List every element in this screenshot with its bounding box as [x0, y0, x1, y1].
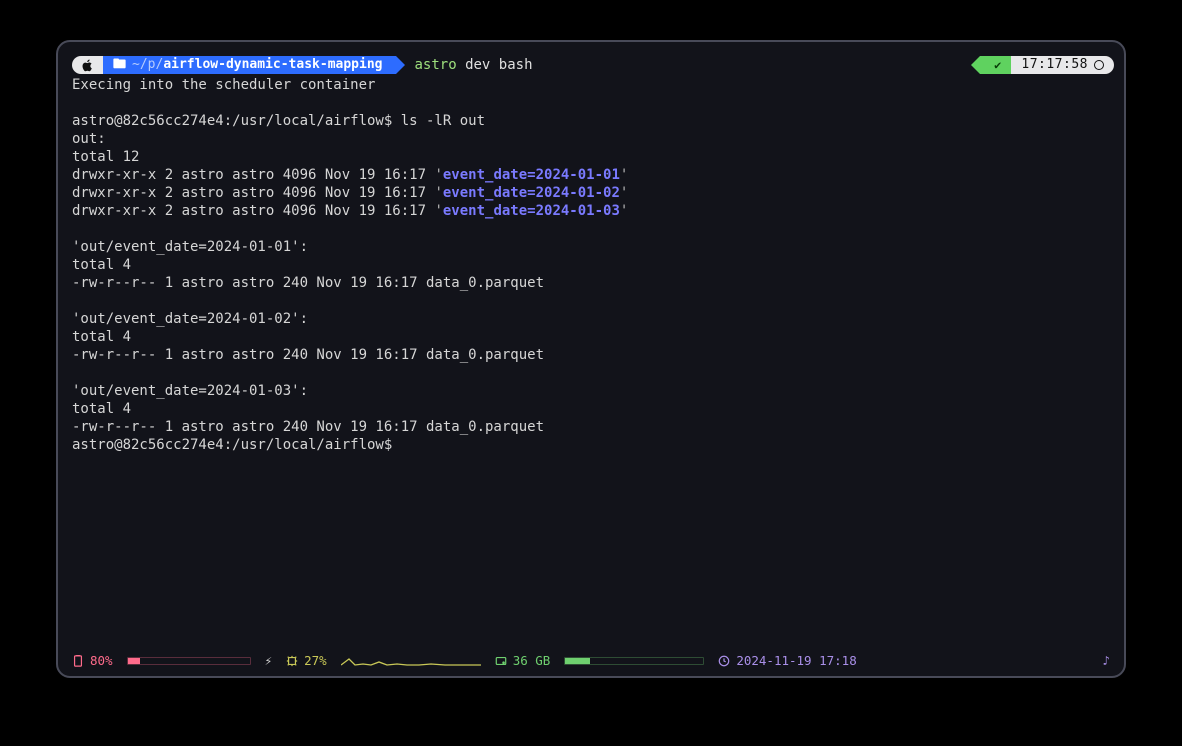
out-g1-t: total 4 — [72, 329, 131, 345]
out-prompt2: astro@82c56cc274e4:/usr/local/airflow$ — [72, 437, 392, 453]
terminal-window: 🖿 ~/p/airflow-dynamic-task-mapping astro… — [56, 40, 1126, 678]
out-ls-0: drwxr-xr-x 2 astro astro 4096 Nov 19 16:… — [72, 167, 628, 183]
out-prompt1: astro@82c56cc274e4:/usr/local/airflow$ l… — [72, 113, 485, 129]
out-g0-f: -rw-r--r-- 1 astro astro 240 Nov 19 16:1… — [72, 275, 544, 291]
out-g2-f: -rw-r--r-- 1 astro astro 240 Nov 19 16:1… — [72, 419, 544, 435]
path-main: airflow-dynamic-task-mapping — [163, 56, 382, 74]
battery-icon — [72, 655, 84, 667]
path-segment: 🖿 ~/p/airflow-dynamic-task-mapping — [103, 56, 396, 74]
disk-stat: 36 GB — [495, 652, 551, 670]
out-g0-h: 'out/event_date=2024-01-01': — [72, 239, 308, 255]
out-g1-f: -rw-r--r-- 1 astro astro 240 Nov 19 16:1… — [72, 347, 544, 363]
command-rest: dev bash — [457, 57, 533, 73]
out-header: out: — [72, 131, 106, 147]
status-ok-badge: ✔ — [980, 56, 1011, 74]
terminal-output[interactable]: Execing into the scheduler container ast… — [58, 76, 1124, 646]
clock-icon — [1094, 60, 1104, 70]
folder-icon: 🖿 — [113, 56, 126, 74]
out-g1-h: 'out/event_date=2024-01-02': — [72, 311, 308, 327]
out-g0-t: total 4 — [72, 257, 131, 273]
chip-icon — [286, 655, 298, 667]
out-ls-2: drwxr-xr-x 2 astro astro 4096 Nov 19 16:… — [72, 203, 628, 219]
battery-stat: 80% — [72, 652, 113, 670]
cpu-stat: 27% — [286, 652, 327, 670]
command-astro: astro — [414, 57, 456, 73]
out-g2-t: total 4 — [72, 401, 131, 417]
bolt-icon: ⚡ — [265, 652, 273, 670]
cpu-pct: 27% — [304, 652, 327, 670]
out-ls-1: drwxr-xr-x 2 astro astro 4096 Nov 19 16:… — [72, 185, 628, 201]
music-icon: ♪ — [1102, 652, 1110, 670]
cpu-sparkline — [341, 654, 481, 668]
clock-icon — [718, 655, 730, 667]
prompt-line: 🖿 ~/p/airflow-dynamic-task-mapping astro… — [58, 54, 1124, 76]
disk-text: 36 GB — [513, 652, 551, 670]
out-exec: Execing into the scheduler container — [72, 77, 375, 93]
apple-icon — [72, 56, 103, 74]
datetime-text: 2024-11-19 17:18 — [736, 652, 856, 670]
battery-bar — [127, 657, 251, 665]
out-total: total 12 — [72, 149, 139, 165]
time-text: 17:17:58 — [1021, 56, 1088, 74]
out-g2-h: 'out/event_date=2024-01-03': — [72, 383, 308, 399]
disk-icon — [495, 655, 507, 667]
battery-pct: 80% — [90, 652, 113, 670]
datetime-stat: 2024-11-19 17:18 — [718, 652, 856, 670]
command[interactable]: astro dev bash — [414, 56, 532, 74]
disk-bar — [564, 657, 704, 665]
time-badge: 17:17:58 — [1011, 56, 1114, 74]
path-prefix: ~/p/ — [132, 56, 163, 74]
prompt-right: ✔ 17:17:58 — [980, 56, 1114, 74]
status-bar: 80% ⚡ 27% 36 GB 2024-11-19 17:18 ♪ — [58, 646, 1124, 676]
